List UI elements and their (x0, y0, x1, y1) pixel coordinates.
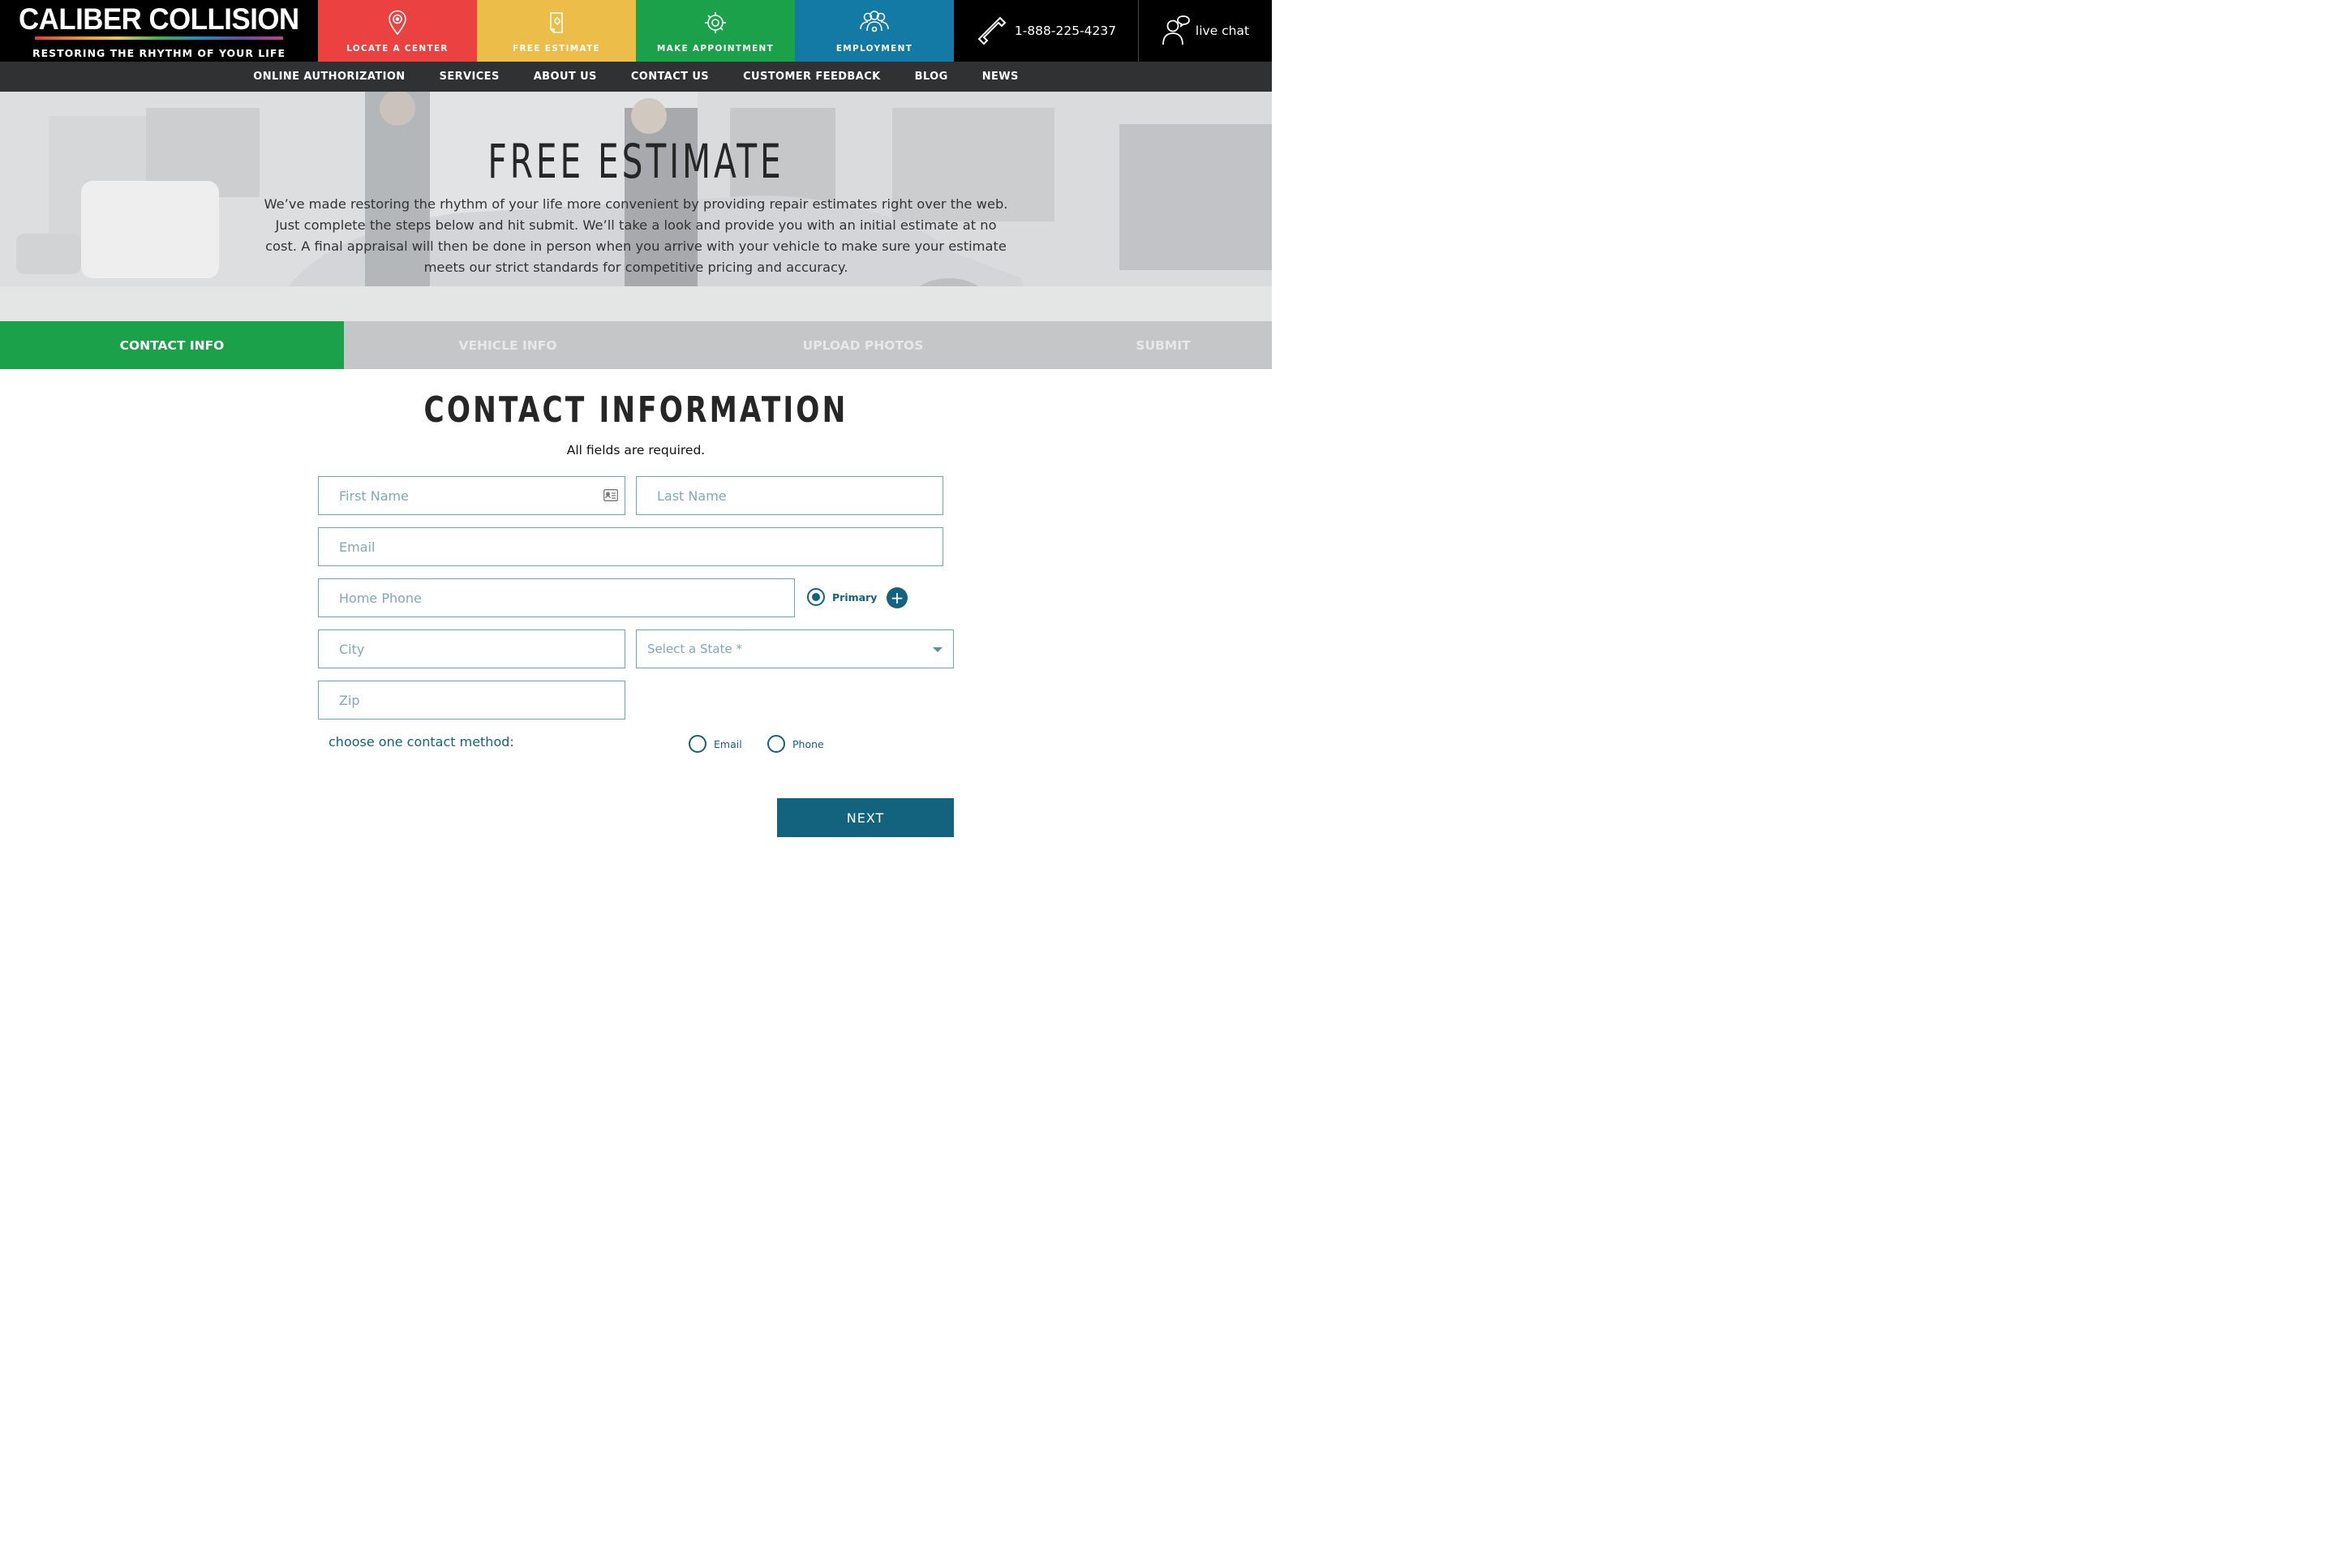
first-name-field (318, 476, 625, 515)
phone-link[interactable]: 1-888-225-4237 (954, 0, 1139, 62)
email-input[interactable] (319, 528, 943, 565)
live-chat-label: live chat (1195, 24, 1250, 38)
nav-online-authorization[interactable]: ONLINE AUTHORIZATION (253, 71, 405, 83)
chevron-down-icon (933, 647, 943, 652)
radio-selected-dot (812, 593, 820, 601)
nav-contact-us[interactable]: CONTACT US (631, 71, 709, 83)
contact-method-phone-option[interactable]: Phone (767, 735, 824, 753)
step-submit[interactable]: SUBMIT (1054, 321, 1272, 369)
live-chat-link[interactable]: live chat (1139, 0, 1272, 62)
nav-blog[interactable]: BLOG (915, 71, 948, 83)
email-field (318, 527, 943, 566)
step-contact-info[interactable]: CONTACT INFO (0, 321, 344, 369)
phone-number: 1-888-225-4237 (1014, 24, 1117, 38)
zip-field (318, 681, 625, 720)
make-appointment-button[interactable]: MAKE APPOINTMENT (636, 0, 795, 62)
state-select-value: Select a State * (647, 642, 742, 656)
locate-center-label: LOCATE A CENTER (346, 44, 449, 54)
appointment-gear-icon (705, 12, 726, 33)
main-nav: ONLINE AUTHORIZATION SERVICES ABOUT US C… (0, 62, 1272, 92)
phone-radio[interactable] (767, 735, 785, 753)
step-vehicle-info[interactable]: VEHICLE INFO (344, 321, 672, 369)
city-field (318, 629, 625, 668)
phone-option-label: Phone (792, 737, 824, 750)
make-appointment-label: MAKE APPOINTMENT (656, 44, 775, 54)
state-select[interactable]: Select a State * (636, 629, 954, 668)
nav-news[interactable]: NEWS (982, 71, 1019, 83)
people-group-icon (860, 11, 889, 32)
nav-services[interactable]: SERVICES (440, 71, 500, 83)
home-phone-field (318, 578, 795, 617)
estimate-document-icon (550, 12, 563, 33)
page-title: FREE ESTIMATE (487, 134, 784, 189)
free-estimate-button[interactable]: FREE ESTIMATE (477, 0, 636, 62)
employment-button[interactable]: EMPLOYMENT (795, 0, 954, 62)
contact-card-icon (603, 489, 618, 501)
employment-label: EMPLOYMENT (835, 44, 913, 54)
progress-steps: CONTACT INFO VEHICLE INFO UPLOAD PHOTOS … (0, 321, 1272, 369)
hero-banner: FREE ESTIMATE We’ve made restoring the r… (0, 92, 1272, 321)
brand-logo[interactable]: CALIBER COLLISION RESTORING THE RHYTHM O… (0, 0, 318, 62)
email-radio[interactable] (689, 735, 706, 753)
brand-rainbow-rule (35, 37, 283, 40)
zip-input[interactable] (319, 681, 625, 719)
primary-radio-circle[interactable] (807, 588, 825, 606)
next-button[interactable]: NEXT (777, 798, 954, 837)
locate-center-button[interactable]: LOCATE A CENTER (318, 0, 477, 62)
last-name-input[interactable] (637, 477, 943, 514)
phone-icon (977, 16, 1007, 45)
primary-phone-radio[interactable]: Primary (807, 588, 877, 606)
top-header: CALIBER COLLISION RESTORING THE RHYTHM O… (0, 0, 1272, 62)
contact-method-email-option[interactable]: Email (689, 735, 742, 753)
live-chat-person-icon (1162, 15, 1190, 45)
form-subtitle: All fields are required. (566, 443, 706, 458)
brand-tagline: RESTORING THE RHYTHM OF YOUR LIFE (32, 47, 286, 59)
form-title: CONTACT INFORMATION (423, 389, 848, 431)
location-pin-icon (389, 10, 406, 36)
free-estimate-label: FREE ESTIMATE (512, 44, 601, 54)
contact-method-label: choose one contact method: (328, 734, 514, 750)
nav-customer-feedback[interactable]: CUSTOMER FEEDBACK (743, 71, 881, 83)
brand-name: CALIBER COLLISION (19, 2, 299, 36)
hero-description: We’ve made restoring the rhythm of your … (264, 196, 1008, 275)
add-phone-button[interactable]: + (887, 587, 908, 608)
email-option-label: Email (714, 737, 742, 750)
step-upload-photos[interactable]: UPLOAD PHOTOS (672, 321, 1054, 369)
last-name-field (636, 476, 943, 515)
nav-about-us[interactable]: ABOUT US (534, 71, 597, 83)
home-phone-input[interactable] (319, 579, 794, 616)
primary-label: Primary (832, 591, 878, 604)
city-input[interactable] (319, 630, 625, 668)
first-name-input[interactable] (319, 477, 625, 514)
